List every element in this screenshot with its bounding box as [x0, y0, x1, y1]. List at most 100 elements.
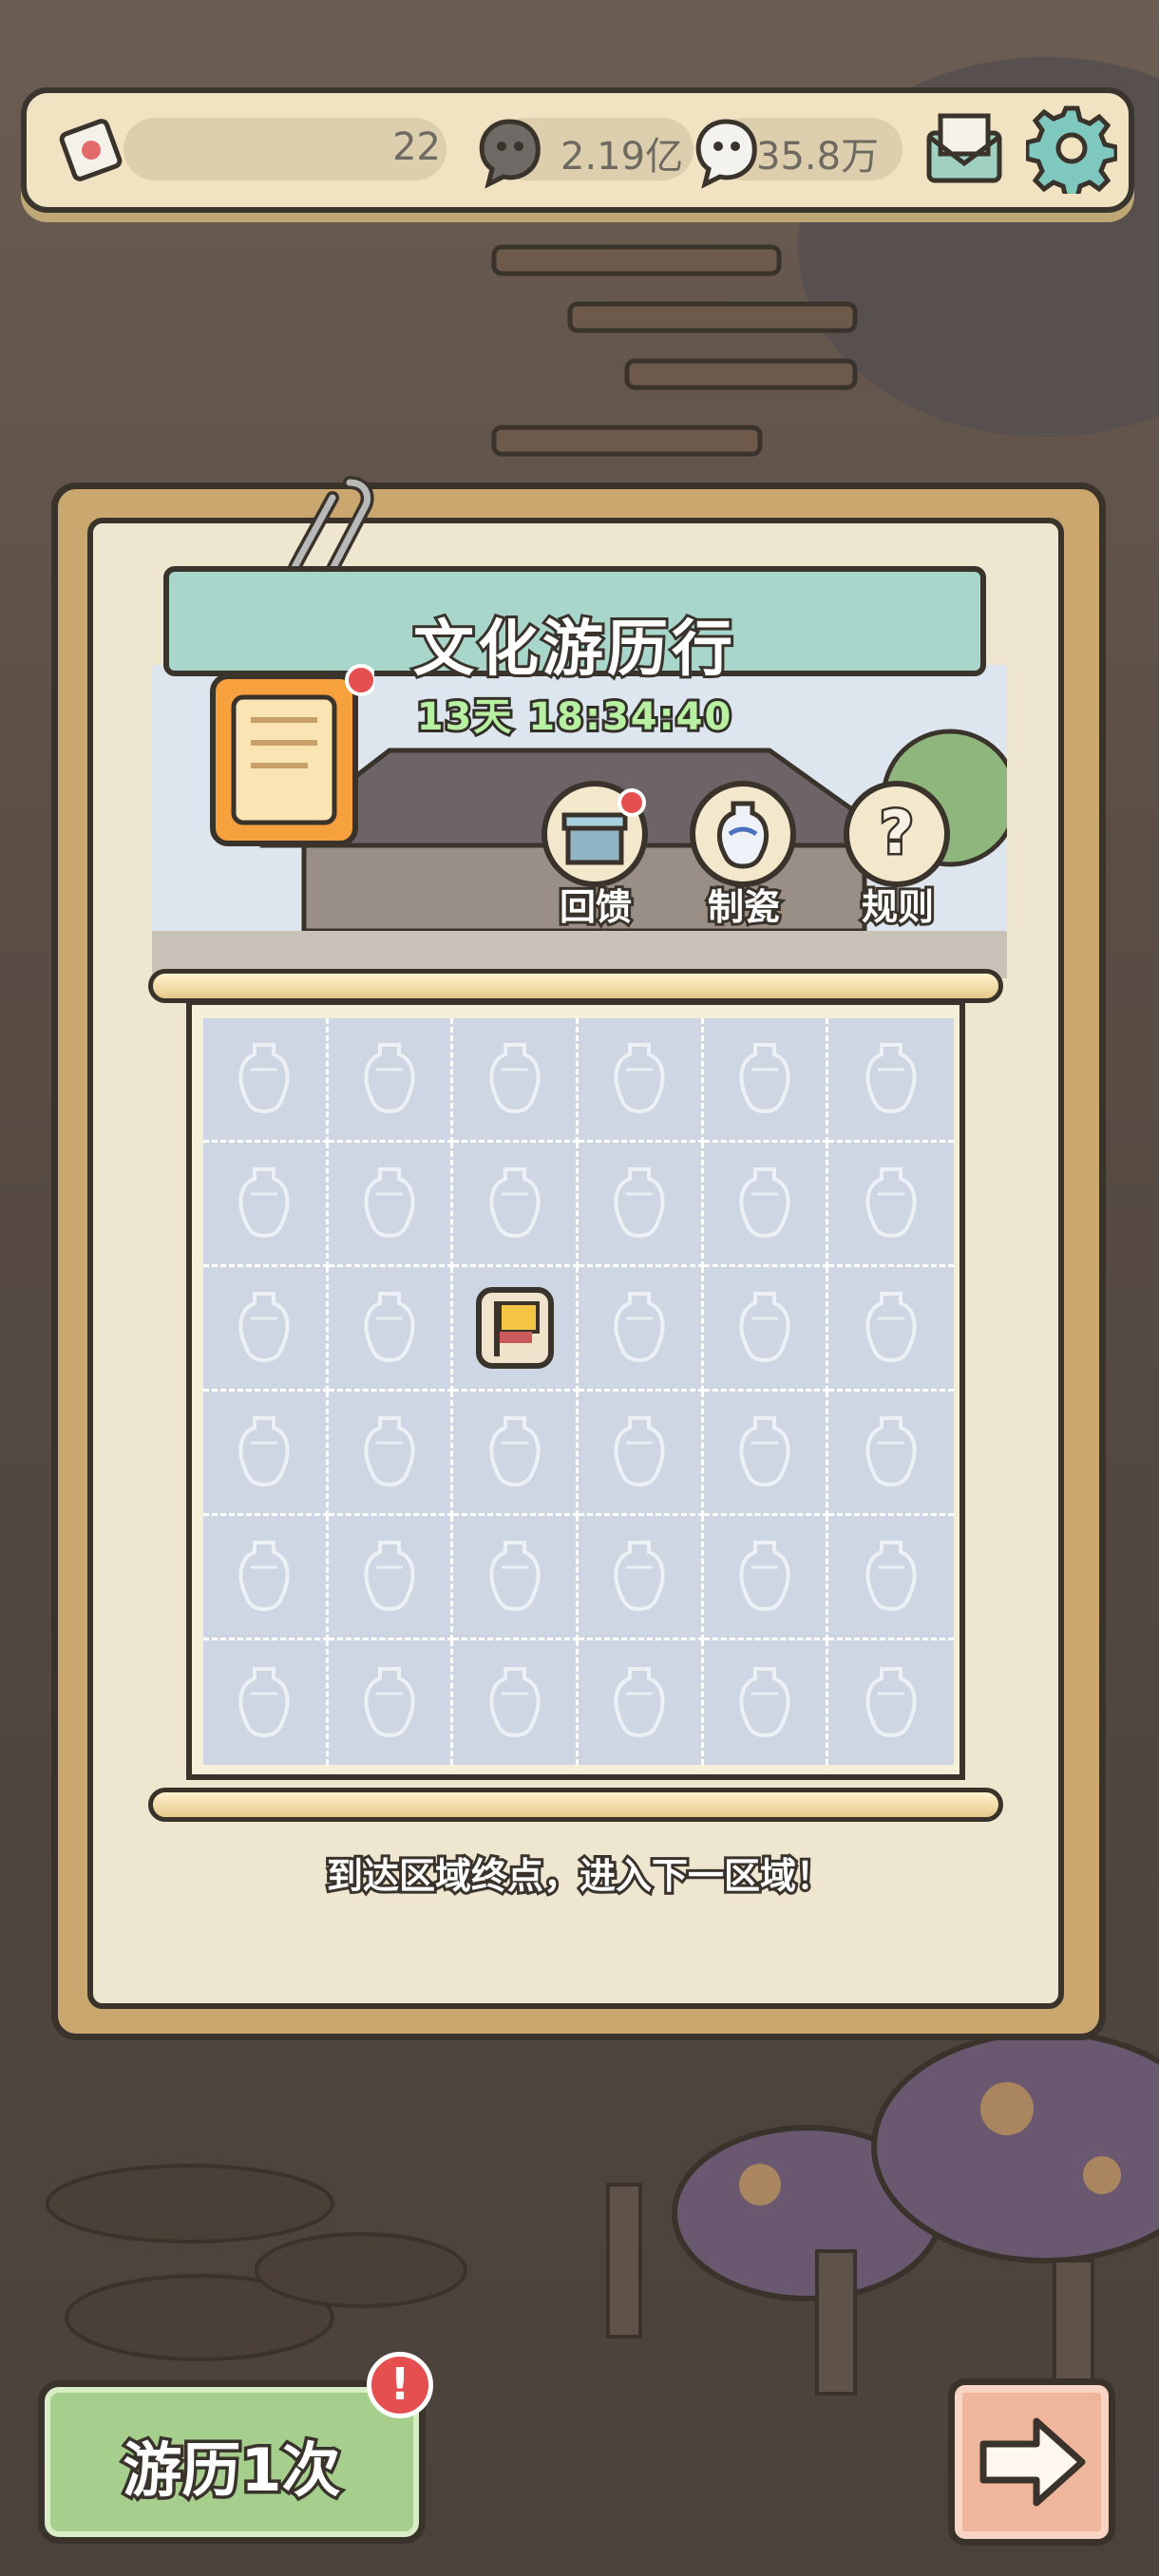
grid-cell[interactable]	[703, 1267, 829, 1392]
vase-placeholder-icon	[865, 1416, 917, 1487]
vase-grid	[203, 1018, 954, 1765]
grid-cell[interactable]	[579, 1143, 704, 1267]
vase-placeholder-icon	[489, 1043, 541, 1114]
vase-placeholder-icon	[865, 1043, 917, 1114]
vase-placeholder-icon	[865, 1292, 917, 1363]
grid-cell[interactable]	[828, 1640, 954, 1765]
porcelain-button[interactable]	[690, 781, 796, 887]
grid-cell[interactable]	[453, 1392, 579, 1516]
grid-cell[interactable]	[328, 1018, 454, 1143]
grid-cell[interactable]	[328, 1143, 454, 1267]
vase-placeholder-icon	[238, 1292, 290, 1363]
vase-placeholder-icon	[739, 1416, 790, 1487]
mail-icon[interactable]	[922, 110, 1007, 186]
porcelain-label: 制瓷	[705, 883, 783, 931]
question-icon: ?	[878, 796, 917, 870]
grid-cell[interactable]	[579, 1516, 704, 1640]
scroll-rod-top	[148, 969, 1003, 1003]
vase-placeholder-icon	[238, 1541, 290, 1612]
vase-placeholder-icon	[865, 1666, 917, 1737]
grid-cell[interactable]	[328, 1392, 454, 1516]
vase-placeholder-icon	[865, 1167, 917, 1239]
arrow-right-icon	[979, 2417, 1086, 2507]
grid-cell[interactable]	[579, 1018, 704, 1143]
light-currency-value: 35.8万	[756, 135, 880, 179]
grid-cell[interactable]	[203, 1267, 329, 1392]
vase-icon	[716, 801, 770, 869]
vase-placeholder-icon	[614, 1292, 665, 1363]
event-scroll-icon[interactable]	[194, 663, 374, 857]
rules-button[interactable]: ?	[844, 781, 950, 887]
light-coin-icon	[695, 119, 757, 189]
vase-placeholder-icon	[865, 1541, 917, 1612]
grid-cell[interactable]	[828, 1267, 954, 1392]
rules-label: 规则	[859, 883, 937, 931]
vase-placeholder-icon	[364, 1541, 415, 1612]
vase-placeholder-icon	[739, 1167, 790, 1239]
vase-placeholder-icon	[238, 1167, 290, 1239]
event-countdown: 13天 18:34:40	[414, 692, 734, 742]
scroll-rod-bottom	[148, 1788, 1003, 1822]
grid-cell[interactable]	[579, 1267, 704, 1392]
grid-cell[interactable]	[329, 1640, 454, 1765]
vase-placeholder-icon	[238, 1416, 290, 1487]
vase-placeholder-icon	[489, 1167, 541, 1239]
grid-cell[interactable]	[828, 1392, 954, 1516]
grid-cell[interactable]	[203, 1392, 329, 1516]
grid-cell[interactable]	[203, 1640, 329, 1765]
svg-text:?: ?	[880, 798, 914, 867]
grid-cell[interactable]	[704, 1640, 829, 1765]
grid-cell[interactable]	[203, 1143, 329, 1267]
vase-placeholder-icon	[489, 1416, 541, 1487]
gear-icon[interactable]	[1026, 103, 1117, 194]
vase-placeholder-icon	[364, 1292, 415, 1363]
ticket-icon[interactable]	[57, 112, 129, 184]
vase-placeholder-icon	[364, 1043, 415, 1114]
grid-cell[interactable]	[703, 1392, 829, 1516]
grid-cell[interactable]	[703, 1143, 829, 1267]
hint-text: 到达区域终点，进入下一区域！	[324, 1852, 835, 1900]
grid-cell[interactable]	[453, 1267, 579, 1392]
vase-placeholder-icon	[614, 1666, 665, 1737]
grid-cell[interactable]	[203, 1516, 329, 1640]
grid-cell[interactable]	[828, 1018, 954, 1143]
event-title: 文化游历行	[410, 612, 736, 688]
grid-cell[interactable]	[328, 1267, 454, 1392]
grid-cell[interactable]	[703, 1516, 829, 1640]
grid-cell[interactable]	[579, 1392, 704, 1516]
vase-placeholder-icon	[364, 1666, 415, 1737]
vase-placeholder-icon	[614, 1043, 665, 1114]
vase-placeholder-icon	[489, 1666, 541, 1737]
feedback-badge	[618, 788, 646, 817]
grid-cell[interactable]	[453, 1640, 579, 1765]
travel-alert-badge: !	[367, 2352, 433, 2418]
travel-once-label: 游历1次	[120, 2433, 344, 2509]
vase-placeholder-icon	[238, 1666, 290, 1737]
grid-cell[interactable]	[328, 1516, 454, 1640]
vase-placeholder-icon	[739, 1541, 790, 1612]
grid-cell[interactable]	[579, 1640, 704, 1765]
ticket-count: 22	[392, 125, 441, 169]
vase-placeholder-icon	[614, 1416, 665, 1487]
vase-placeholder-icon	[364, 1167, 415, 1239]
flag-marker-icon	[475, 1287, 554, 1369]
grid-cell[interactable]	[828, 1516, 954, 1640]
vase-placeholder-icon	[614, 1541, 665, 1612]
next-area-button[interactable]	[948, 2378, 1115, 2546]
grid-cell[interactable]	[453, 1516, 579, 1640]
feedback-label: 回馈	[557, 883, 635, 931]
vase-placeholder-icon	[489, 1541, 541, 1612]
grid-cell[interactable]	[453, 1018, 579, 1143]
vase-placeholder-icon	[739, 1043, 790, 1114]
vase-placeholder-icon	[614, 1167, 665, 1239]
game-background: 22 2.19亿 35.8万 文化游历行 13天 18:34:40 回馈 制瓷 …	[0, 0, 1159, 2576]
grid-cell[interactable]	[703, 1018, 829, 1143]
vase-placeholder-icon	[739, 1666, 790, 1737]
vase-placeholder-icon	[739, 1292, 790, 1363]
dark-coin-icon	[479, 119, 541, 189]
vase-placeholder-icon	[364, 1416, 415, 1487]
grid-cell[interactable]	[203, 1018, 329, 1143]
dark-currency-value: 2.19亿	[560, 135, 684, 179]
grid-cell[interactable]	[828, 1143, 954, 1267]
grid-cell[interactable]	[453, 1143, 579, 1267]
